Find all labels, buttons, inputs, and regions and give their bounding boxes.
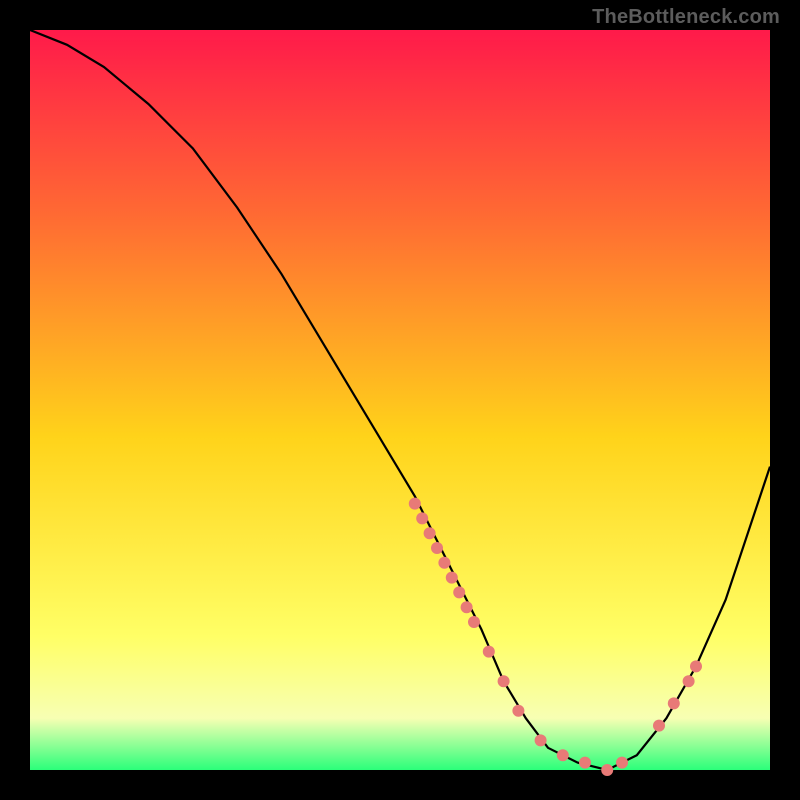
highlight-dot	[579, 757, 591, 769]
highlight-dot	[668, 697, 680, 709]
bottleneck-chart	[0, 0, 800, 800]
highlight-dot	[453, 586, 465, 598]
highlight-dot	[683, 675, 695, 687]
chart-container: TheBottleneck.com	[0, 0, 800, 800]
highlight-dot	[512, 705, 524, 717]
highlight-dot	[431, 542, 443, 554]
highlight-dot	[601, 764, 613, 776]
highlight-dot	[535, 734, 547, 746]
watermark-text: TheBottleneck.com	[592, 6, 780, 29]
highlight-dot	[653, 720, 665, 732]
highlight-dot	[498, 675, 510, 687]
highlight-dot	[438, 557, 450, 569]
highlight-dot	[483, 646, 495, 658]
highlight-dot	[461, 601, 473, 613]
highlight-dot	[690, 660, 702, 672]
highlight-dot	[446, 572, 458, 584]
plot-area	[30, 30, 770, 770]
highlight-dot	[416, 512, 428, 524]
highlight-dot	[468, 616, 480, 628]
highlight-dot	[557, 749, 569, 761]
highlight-dot	[409, 498, 421, 510]
highlight-dot	[424, 527, 436, 539]
highlight-dot	[616, 757, 628, 769]
